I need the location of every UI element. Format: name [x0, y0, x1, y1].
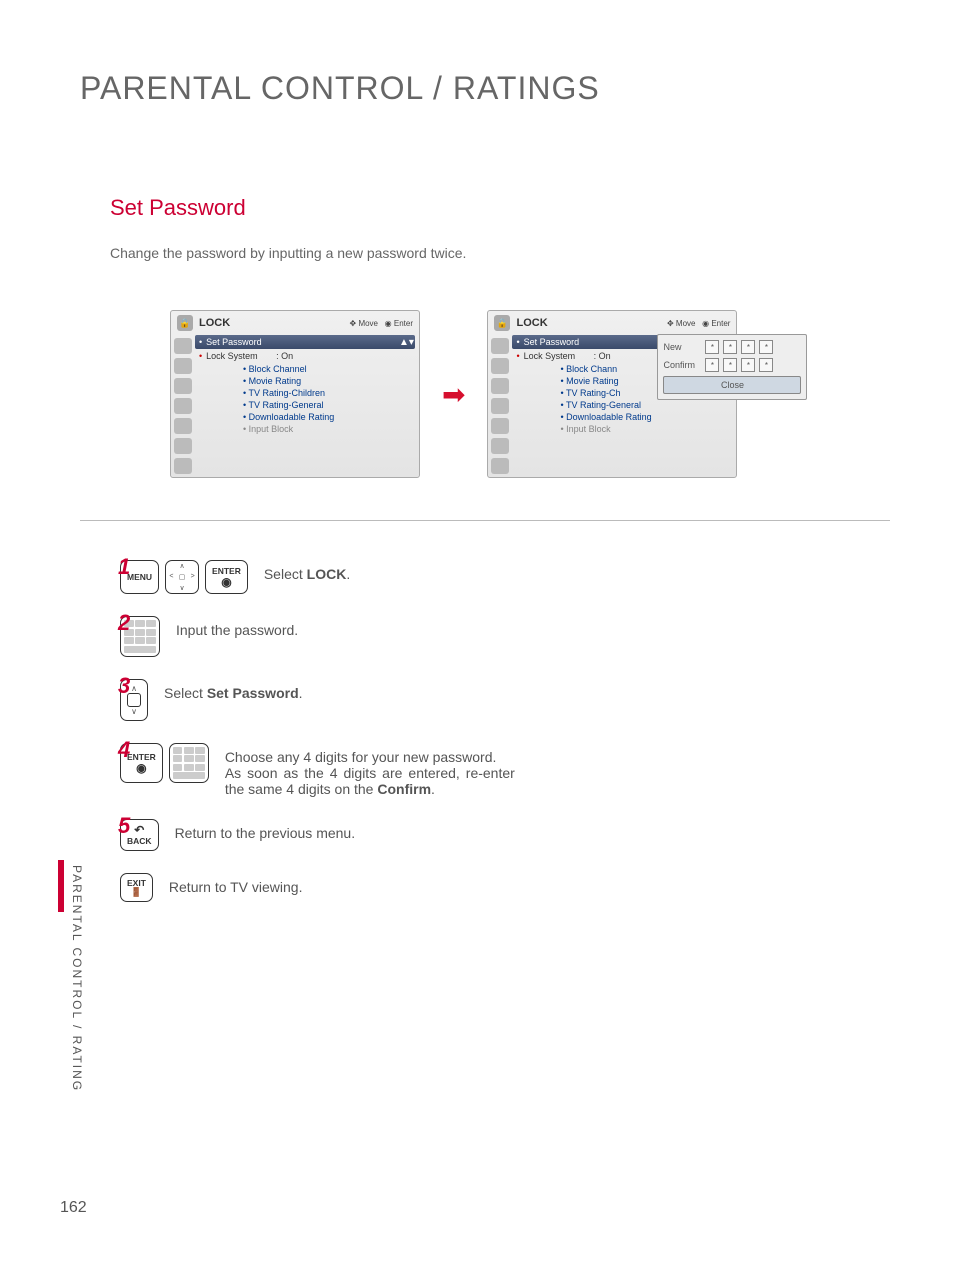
step-number: 3: [118, 673, 130, 699]
pw-label-new: New: [663, 342, 701, 352]
chevron-up-icon: ∧: [131, 684, 137, 693]
enter-dot-icon: ◉: [136, 762, 146, 774]
osd-label: Set Password: [206, 337, 262, 347]
osd-sub[interactable]: • TV Rating-Children: [195, 387, 415, 399]
osd-sub[interactable]: • TV Rating-General: [195, 399, 415, 411]
lock-icon: 🔒: [177, 315, 193, 331]
pw-box[interactable]: *: [759, 340, 773, 354]
osd-label: Lock System: [524, 351, 594, 361]
enter-glyph-icon: ◉: [385, 319, 394, 328]
step-number: 5: [118, 813, 130, 839]
close-button[interactable]: Close: [663, 376, 801, 394]
side-tab-label: PARENTAL CONTROL / RATING: [70, 865, 84, 1092]
password-new-row: New * * * *: [663, 340, 801, 354]
arrow-right-icon: ➡: [442, 378, 465, 411]
step-text: Return to the previous menu.: [175, 819, 356, 841]
back-arrow-icon: ↶: [134, 824, 144, 836]
hint-enter: Enter: [394, 319, 413, 328]
osd-sub[interactable]: • Block Channel: [195, 363, 415, 375]
btn-label: BACK: [127, 836, 152, 846]
step-number: 2: [118, 610, 130, 636]
step-3: 3 ∧ ∨ Select Set Password.: [100, 679, 580, 721]
step-4: 4 ENTER ◉ Choose any 4 digits for your n…: [100, 743, 580, 797]
step-text: Choose any 4 digits for your new passwor…: [225, 743, 515, 797]
osd-row-lock-system[interactable]: • Lock System : On: [195, 349, 415, 363]
hint-enter: Enter: [711, 319, 730, 328]
pw-box[interactable]: *: [741, 340, 755, 354]
chevron-down-icon: ∨: [131, 707, 137, 716]
step-6: EXIT 🚪 Return to TV viewing.: [100, 873, 580, 902]
hint-move: Move: [358, 319, 378, 328]
steps-list: 1 MENU ∧ <▢> ∨ ENTER ◉ Select LOCK. 2: [100, 560, 580, 924]
step-1: 1 MENU ∧ <▢> ∨ ENTER ◉ Select LOCK.: [100, 560, 580, 594]
osd-sub-disabled: • Input Block: [512, 423, 732, 435]
pw-box[interactable]: *: [705, 358, 719, 372]
osd-value: : On: [276, 351, 293, 361]
step-2: 2 Input the password.: [100, 616, 580, 657]
exit-button[interactable]: EXIT 🚪: [120, 873, 153, 902]
osd-label: Lock System: [206, 351, 276, 361]
btn-label: EXIT: [127, 878, 146, 888]
osd-title: LOCK: [199, 317, 230, 329]
pw-label-confirm: Confirm: [663, 360, 701, 370]
dpad-button[interactable]: ∧ <▢> ∨: [165, 560, 199, 594]
pw-box[interactable]: *: [723, 358, 737, 372]
enter-glyph-icon: ◉: [702, 319, 711, 328]
osd-title: LOCK: [516, 317, 547, 329]
pw-box[interactable]: *: [705, 340, 719, 354]
divider: [80, 520, 890, 521]
side-tab-marker: [58, 860, 64, 912]
osd-value: : On: [594, 351, 611, 361]
enter-dot-icon: ◉: [221, 576, 231, 588]
osd-sidebar-icons: [171, 335, 195, 477]
page-number: 162: [60, 1199, 87, 1217]
osd-sub[interactable]: • Downloadable Rating: [195, 411, 415, 423]
pw-box[interactable]: *: [741, 358, 755, 372]
step-number: 4: [118, 737, 130, 763]
osd-sidebar-icons: [488, 335, 512, 477]
exit-door-icon: 🚪: [131, 888, 142, 897]
spinner-icon: ▲▾: [399, 337, 409, 347]
hint-move: Move: [676, 319, 696, 328]
lock-icon: 🔒: [494, 315, 510, 331]
osd-hints: ✥ Move ◉ Enter: [667, 319, 731, 328]
osd-label: Set Password: [524, 337, 580, 347]
step-text: Return to TV viewing.: [169, 873, 303, 895]
osd-area: 🔒 LOCK ✥ Move ◉ Enter •Set Password ▲▾ •…: [170, 310, 737, 478]
page-title: PARENTAL CONTROL / RATINGS: [80, 70, 600, 107]
osd-sub[interactable]: • Downloadable Rating: [512, 411, 732, 423]
move-glyph-icon: ✥: [667, 319, 676, 328]
pw-box[interactable]: *: [723, 340, 737, 354]
osd-sub[interactable]: • Movie Rating: [195, 375, 415, 387]
password-popup: New * * * * Confirm * * * * Close: [657, 334, 807, 400]
section-desc: Change the password by inputting a new p…: [110, 245, 466, 261]
step-text: Select LOCK.: [264, 560, 350, 582]
step-text: Select Set Password.: [164, 679, 303, 701]
step-number: 1: [118, 554, 130, 580]
osd-row-set-password[interactable]: •Set Password ▲▾: [195, 335, 415, 349]
pw-box[interactable]: *: [759, 358, 773, 372]
osd-sub-disabled: • Input Block: [195, 423, 415, 435]
password-confirm-row: Confirm * * * *: [663, 358, 801, 372]
step-5: 5 ↶ BACK Return to the previous menu.: [100, 819, 580, 851]
section-title: Set Password: [110, 195, 246, 221]
osd-hints: ✥ Move ◉ Enter: [350, 319, 414, 328]
keypad-button[interactable]: [169, 743, 209, 784]
osd-sub[interactable]: • TV Rating-General: [512, 399, 732, 411]
osd-panel-before: 🔒 LOCK ✥ Move ◉ Enter •Set Password ▲▾ •…: [170, 310, 420, 478]
step-text: Input the password.: [176, 616, 298, 638]
enter-button[interactable]: ENTER ◉: [205, 560, 248, 594]
